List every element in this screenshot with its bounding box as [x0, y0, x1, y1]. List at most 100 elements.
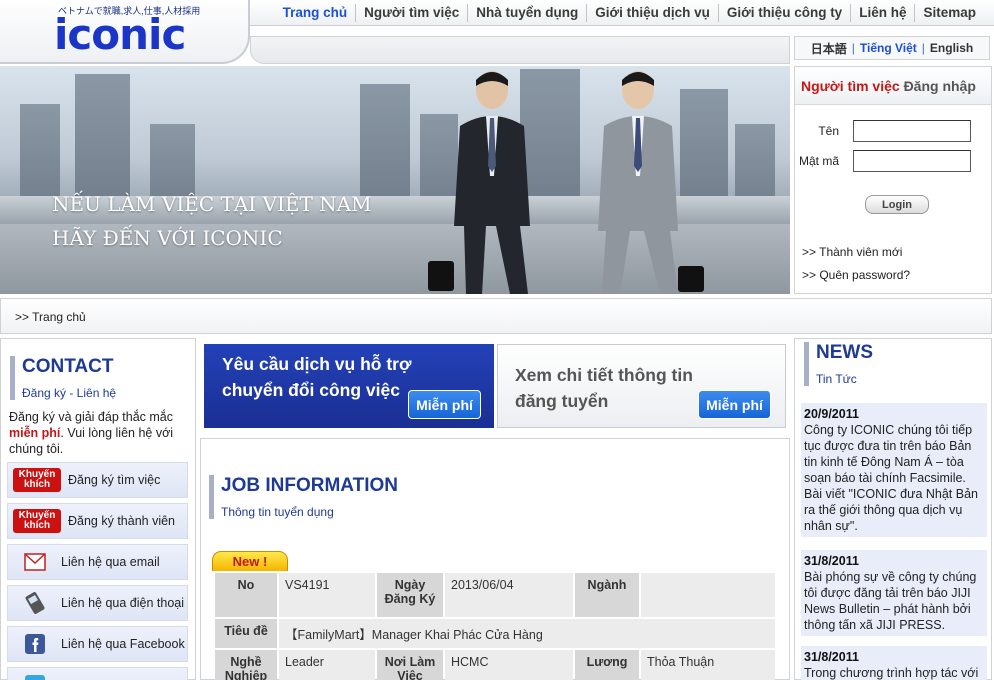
job-heading: JOB INFORMATION Thông tin tuyển dụng — [209, 475, 398, 519]
language-switcher: 日本語 | Tiếng Việt | English — [794, 36, 990, 60]
nav-services[interactable]: Giới thiệu dịch vụ — [586, 3, 718, 22]
logo[interactable]: iconic — [54, 10, 186, 59]
contact-phone-item[interactable]: Liên hệ qua điện thoại — [7, 585, 188, 621]
no-label: No — [215, 573, 277, 617]
free-button[interactable]: Miễn phí — [408, 390, 481, 419]
password-label: Mật mã — [798, 154, 839, 168]
recommended-badge: Khuyến khích — [13, 509, 61, 533]
email-icon — [24, 551, 46, 573]
news-title: NEWS — [816, 342, 873, 363]
name-label: Tên — [818, 124, 839, 138]
job-change-support-promo[interactable]: Yêu cầu dịch vụ hỗ trợ chuyển đổi công v… — [204, 344, 494, 428]
password-row: Mật mã — [795, 150, 971, 172]
login-panel: Người tìm việc Đăng nhập Tên Mật mã Logi… — [794, 66, 992, 294]
no-value: VS4191 — [279, 573, 375, 617]
contact-twitter-item[interactable] — [7, 667, 188, 680]
businessman-figure — [428, 71, 530, 294]
contact-title: CONTACT — [22, 356, 114, 377]
contact-facebook-label: Liên hệ qua Facebook — [61, 637, 185, 651]
lang-japanese[interactable]: 日本語 — [811, 40, 847, 57]
recommended-badge: Khuyến khích — [13, 468, 61, 492]
nav-home[interactable]: Trang chủ — [275, 4, 356, 22]
contact-facebook-item[interactable]: Liên hệ qua Facebook — [7, 626, 188, 662]
name-row: Tên — [795, 120, 971, 142]
new-member-link[interactable]: >> Thành viên mới — [802, 245, 902, 259]
job-subtitle: Thông tin tuyển dụng — [221, 505, 334, 519]
date-label: Ngày Đăng Ký — [377, 573, 443, 617]
banner-headline-2: HÃY ĐẾN VỚI ICONIC — [52, 226, 283, 250]
contact-panel: CONTACT Đăng ký - Liên hệ Đăng ký và giả… — [0, 338, 196, 680]
password-input[interactable] — [853, 150, 971, 172]
login-title-action: Đăng nhập — [903, 78, 976, 94]
location-label: Nơi Làm Việc — [377, 650, 443, 680]
date-value: 2013/06/04 — [445, 573, 573, 617]
logo-area[interactable]: ベトナムで就職,求人,仕事,人材採用 iconic — [0, 0, 250, 64]
news-heading: NEWS Tin Tức — [804, 342, 873, 386]
nav-contact[interactable]: Liên hệ — [850, 3, 914, 22]
job-title-label: Tiêu đề — [215, 619, 277, 648]
contact-heading: CONTACT Đăng ký - Liên hệ — [10, 356, 116, 400]
news-text: Trong chương trình hợp tác với — [804, 666, 979, 680]
salary-value: Thỏa Thuận — [641, 650, 775, 680]
salary-label: Lương — [575, 650, 639, 680]
news-date: 31/8/2011 — [804, 554, 859, 568]
breadcrumb-bar: >> Trang chủ — [0, 298, 992, 334]
login-button[interactable]: Login — [865, 195, 929, 214]
news-date: 20/9/2011 — [804, 407, 859, 421]
login-title: Người tìm việc Đăng nhập — [795, 67, 991, 105]
contact-desc-text: Đăng ký và giải đáp thắc mắc — [9, 410, 173, 424]
hero-banner: NẾU LÀM VIỆC TẠI VIỆT NAM HÃY ĐẾN VỚI IC… — [0, 66, 790, 294]
lang-vietnamese[interactable]: Tiếng Việt — [860, 41, 917, 55]
job-listing-table[interactable]: No VS4191 Ngày Đăng Ký 2013/06/04 Ngành … — [213, 571, 777, 680]
news-panel: NEWS Tin Tức 20/9/2011 Công ty ICONIC ch… — [794, 338, 992, 680]
industry-label: Ngành — [575, 573, 639, 617]
banner-headline-1: NẾU LÀM VIỆC TẠI VIỆT NAM — [52, 192, 372, 216]
nav-job-seekers[interactable]: Người tìm việc — [355, 3, 467, 22]
news-subtitle: Tin Tức — [816, 372, 857, 386]
nav-company[interactable]: Giới thiệu công ty — [717, 3, 850, 22]
profession-value: Leader — [279, 650, 375, 680]
industry-value — [641, 573, 775, 617]
promo-text: Xem chi tiết thông tin đăng tuyển — [515, 365, 693, 411]
forgot-password-link[interactable]: >> Quên password? — [802, 268, 910, 282]
promo-text: Yêu cầu dịch vụ hỗ trợ chuyển đổi công v… — [222, 354, 412, 400]
login-title-seeker: Người tìm việc — [801, 78, 900, 94]
nav-employers[interactable]: Nhà tuyển dụng — [467, 3, 586, 22]
job-title-value[interactable]: 【FamilyMart】Manager Khai Phác Cửa Hàng — [279, 619, 775, 648]
phone-icon — [24, 592, 46, 614]
businessman-figure — [598, 71, 704, 294]
free-button[interactable]: Miễn phí — [698, 390, 771, 419]
contact-description: Đăng ký và giải đáp thắc mắc miễn phí. V… — [9, 409, 191, 457]
register-job-search-item[interactable]: Khuyến khích Đăng ký tìm việc — [7, 462, 188, 498]
contact-phone-label: Liên hệ qua điện thoại — [61, 596, 185, 610]
news-text: Công ty ICONIC chúng tôi tiếp tục được đ… — [804, 423, 978, 533]
contact-subtitle: Đăng ký - Liên hệ — [22, 386, 117, 400]
lang-separator: | — [921, 41, 925, 55]
nav-sitemap[interactable]: Sitemap — [914, 3, 994, 22]
twitter-icon — [24, 674, 46, 680]
register-member-label: Đăng ký thành viên — [68, 514, 176, 528]
lang-english[interactable]: English — [930, 41, 973, 55]
job-details-promo[interactable]: Xem chi tiết thông tin đăng tuyển Miễn p… — [497, 344, 786, 428]
news-date: 31/8/2011 — [804, 650, 859, 664]
news-item[interactable]: 20/9/2011 Công ty ICONIC chúng tôi tiếp … — [801, 403, 987, 537]
facebook-icon — [24, 633, 46, 655]
register-member-item[interactable]: Khuyến khích Đăng ký thành viên — [7, 503, 188, 539]
breadcrumb[interactable]: >> Trang chủ — [15, 310, 86, 324]
new-badge: New ! — [212, 551, 288, 571]
header-subbar — [250, 36, 790, 64]
table-row: Nghề Nghiệp Leader Nơi Làm Việc HCMC Lươ… — [215, 650, 775, 680]
news-item[interactable]: 31/8/2011 Bài phóng sự về công ty chúng … — [801, 550, 987, 636]
contact-desc-free: miễn phí — [9, 426, 61, 440]
contact-email-label: Liên hệ qua email — [61, 555, 160, 569]
table-row: Tiêu đề 【FamilyMart】Manager Khai Phác Cử… — [215, 619, 775, 648]
job-title: JOB INFORMATION — [221, 475, 398, 496]
news-item[interactable]: 31/8/2011 Trong chương trình hợp tác với — [801, 646, 987, 680]
table-row: No VS4191 Ngày Đăng Ký 2013/06/04 Ngành — [215, 573, 775, 617]
contact-email-item[interactable]: Liên hệ qua email — [7, 544, 188, 580]
register-job-search-label: Đăng ký tìm việc — [68, 473, 161, 487]
location-value: HCMC — [445, 650, 573, 680]
name-input[interactable] — [853, 120, 971, 142]
news-text: Bài phóng sự về công ty chúng tôi được đ… — [804, 570, 977, 632]
profession-label: Nghề Nghiệp — [215, 650, 277, 680]
